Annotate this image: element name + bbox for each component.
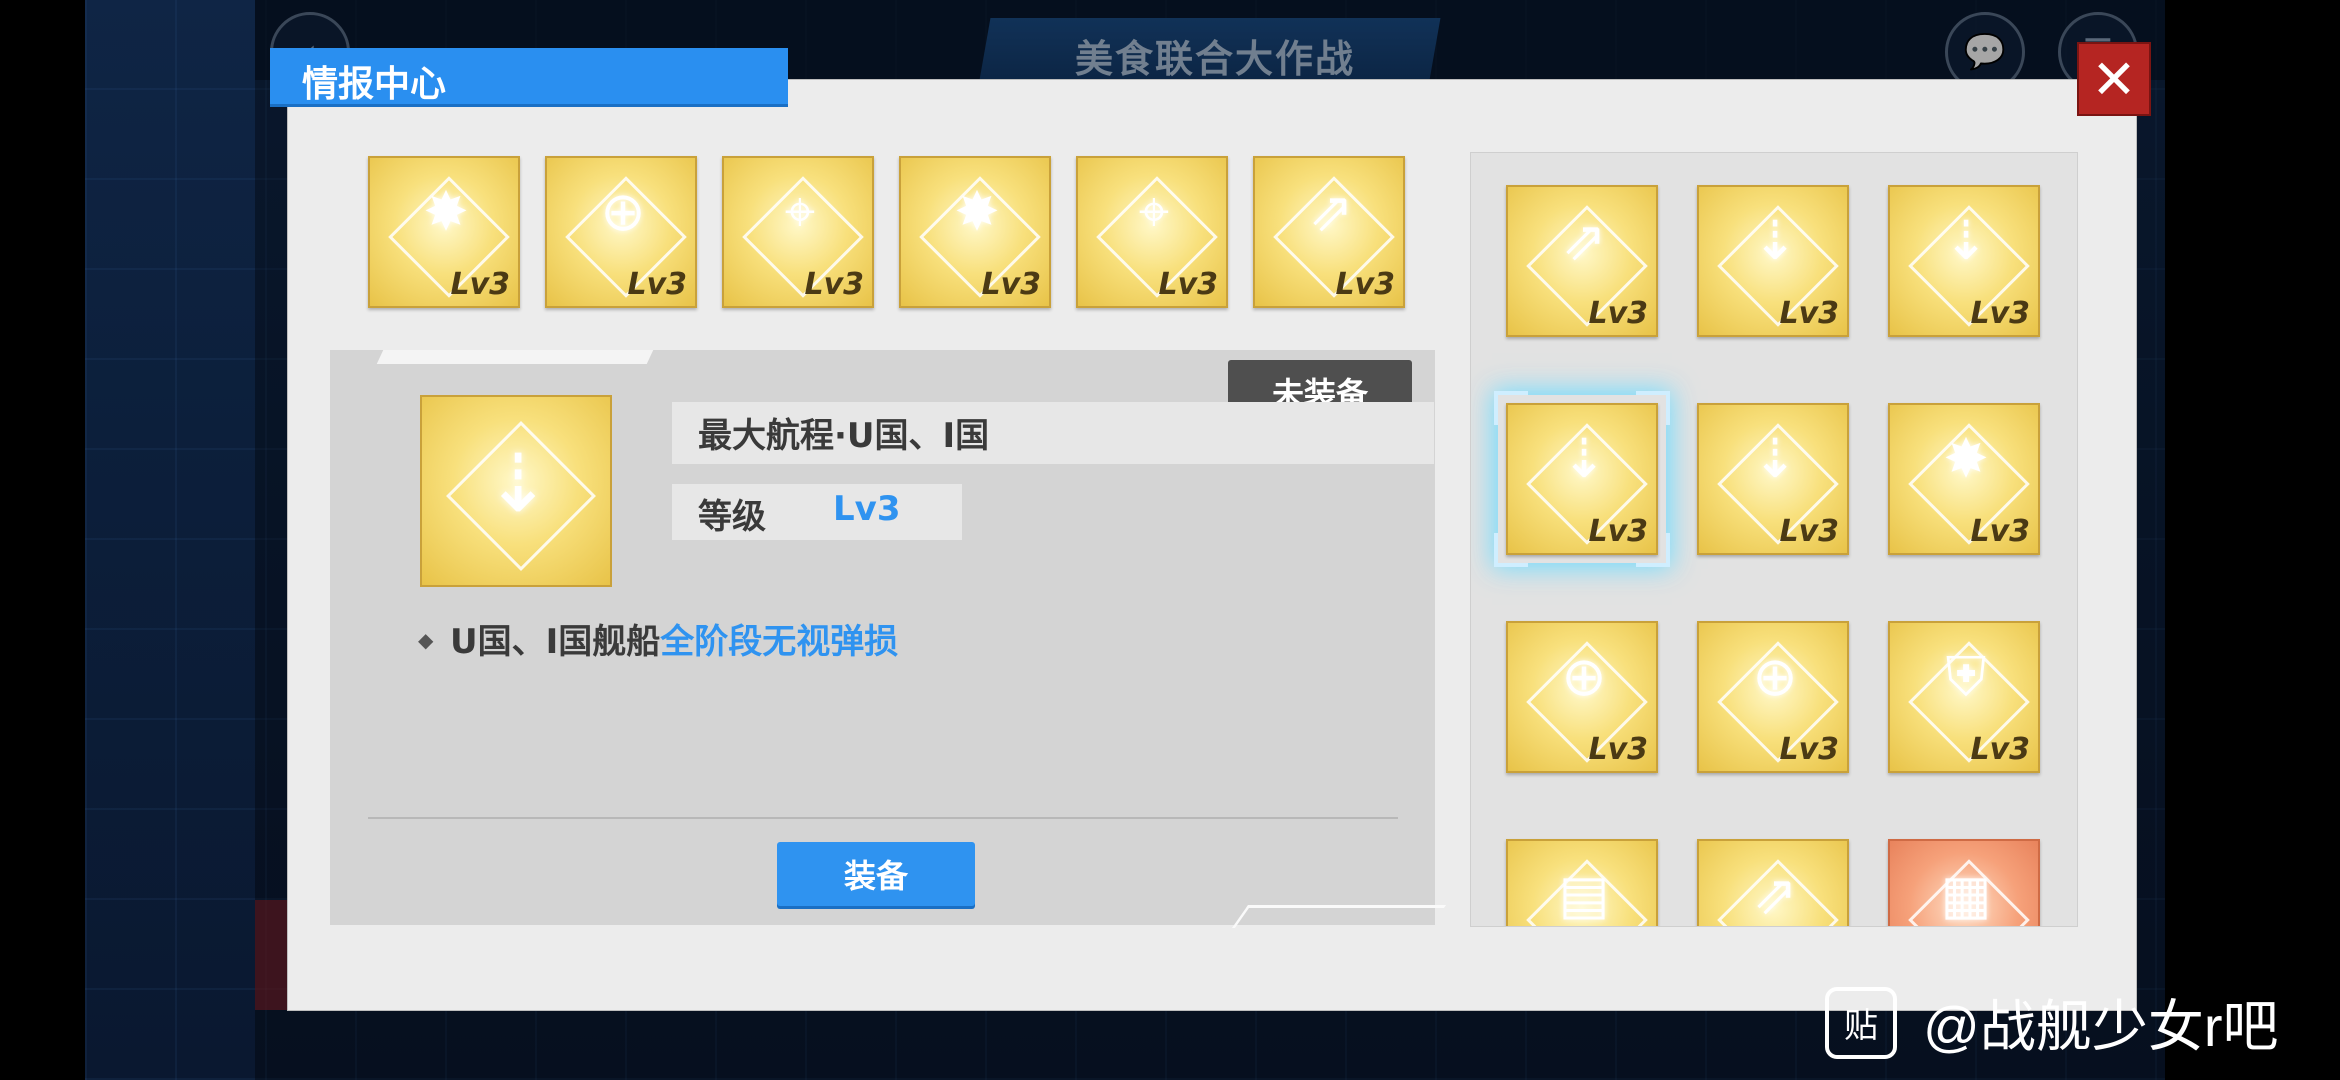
tile-level: Lv3: [1779, 296, 1839, 331]
detail-tab-decoration: [376, 350, 654, 364]
tile-level: Lv3: [1335, 267, 1395, 302]
description-highlight: 全阶段无视弹损: [660, 622, 899, 662]
letterbox-left: [0, 0, 85, 1080]
ship-target-icon: ⊕: [600, 180, 646, 243]
intel-tile[interactable]: ✸ Lv3: [1888, 403, 2040, 555]
tile-level: Lv3: [1588, 732, 1648, 767]
shells-icon: ⇣: [1943, 209, 1989, 272]
description-text: U国、I国舰船: [450, 622, 661, 662]
tile-level: Lv3: [1970, 514, 2030, 549]
close-button[interactable]: ✕: [2077, 42, 2151, 116]
equip-button[interactable]: 装备: [777, 842, 975, 906]
intel-description: U国、I国舰船全阶段无视弹损: [450, 614, 898, 663]
wing-arrow-icon: ⇗: [1752, 863, 1798, 926]
tile-level: Lv3: [1779, 514, 1839, 549]
intel-tile[interactable]: ⌖ Lv3: [722, 156, 874, 308]
bullet-diamond-icon: ◆: [418, 628, 434, 652]
letterbox-right: [2165, 0, 2340, 1080]
shells-icon: ⇣: [1561, 427, 1607, 490]
tile-level: Lv3: [1970, 732, 2030, 767]
tile-level: Lv3: [1779, 732, 1839, 767]
intel-tile[interactable]: ⇣ Lv3: [1697, 403, 1849, 555]
box-icon: ▦: [1940, 863, 1992, 926]
intel-name: 最大航程·U国、I国: [698, 416, 990, 456]
intel-tile[interactable]: ⇣ Lv3: [1506, 403, 1658, 555]
intel-tile[interactable]: ⊕ Lv3: [1697, 621, 1849, 773]
intel-tile[interactable]: ▤: [1506, 839, 1658, 926]
intel-tile[interactable]: ✸ Lv3: [899, 156, 1051, 308]
intel-tile[interactable]: ✸ Lv3: [368, 156, 520, 308]
tile-level: Lv3: [804, 267, 864, 302]
tile-level: Lv3: [981, 267, 1041, 302]
panel-corner-decoration: [1231, 905, 1447, 928]
intel-tile[interactable]: ⇗ Lv3: [1253, 156, 1405, 308]
tile-level: Lv3: [1588, 514, 1648, 549]
crosshair-icon: ⌖: [1138, 180, 1170, 243]
intel-tile[interactable]: ⌖ Lv3: [1076, 156, 1228, 308]
document-icon: ▤: [1558, 863, 1610, 926]
tile-level: Lv3: [627, 267, 687, 302]
shells-icon: ⇣: [1752, 209, 1798, 272]
intel-tile[interactable]: ⇗: [1697, 839, 1849, 926]
tile-level: Lv3: [1588, 296, 1648, 331]
intel-tile[interactable]: ⊕ Lv3: [545, 156, 697, 308]
intel-tile[interactable]: ⇗ Lv3: [1506, 185, 1658, 337]
intel-tile[interactable]: ⇣ Lv3: [1888, 185, 2040, 337]
explosion-shell-icon: ✸: [423, 180, 469, 243]
tile-level: Lv3: [1970, 296, 2030, 331]
shells-icon: ⇣: [484, 437, 552, 530]
explosion-shell-icon: ✸: [1943, 427, 1989, 490]
tile-level: Lv3: [1158, 267, 1218, 302]
wing-arrow-icon: ⇗: [1308, 180, 1354, 243]
intel-tile[interactable]: ⇣ Lv3: [1697, 185, 1849, 337]
ship-target-icon: ⊕: [1561, 645, 1607, 708]
explosion-shell-icon: ✸: [954, 180, 1000, 243]
level-label: 等级: [698, 497, 766, 537]
wing-arrow-icon: ⇗: [1561, 209, 1607, 272]
tile-level: Lv3: [450, 267, 510, 302]
divider: [368, 817, 1398, 819]
intel-tile[interactable]: ⛨ Lv3: [1888, 621, 2040, 773]
intel-tile[interactable]: ▦: [1888, 839, 2040, 926]
crosshair-icon: ⌖: [784, 180, 816, 243]
ship-target-icon: ⊕: [1752, 645, 1798, 708]
tieba-logo-icon: 贴: [1825, 986, 1897, 1059]
watermark-text: @战舰少女r吧: [1923, 995, 2279, 1058]
level-value: Lv3: [833, 489, 901, 529]
intel-inventory-grid[interactable]: ⇗ Lv3 ⇣ Lv3 ⇣ Lv3 ⇣ Lv3 ⇣ Lv3 ✸ Lv3 ⊕ Lv3 ⊕ Lv3 ⛨ Lv3 ▤ ⇗ ▦: [1470, 152, 2078, 927]
shield-icon: ⛨: [1945, 645, 1987, 708]
selected-intel-icon: ⇣: [420, 395, 612, 587]
shells-icon: ⇣: [1752, 427, 1798, 490]
modal-title: 情报中心: [302, 64, 447, 105]
intel-tile[interactable]: ⊕ Lv3: [1506, 621, 1658, 773]
watermark: 贴 @战舰少女r吧: [1825, 982, 2279, 1063]
